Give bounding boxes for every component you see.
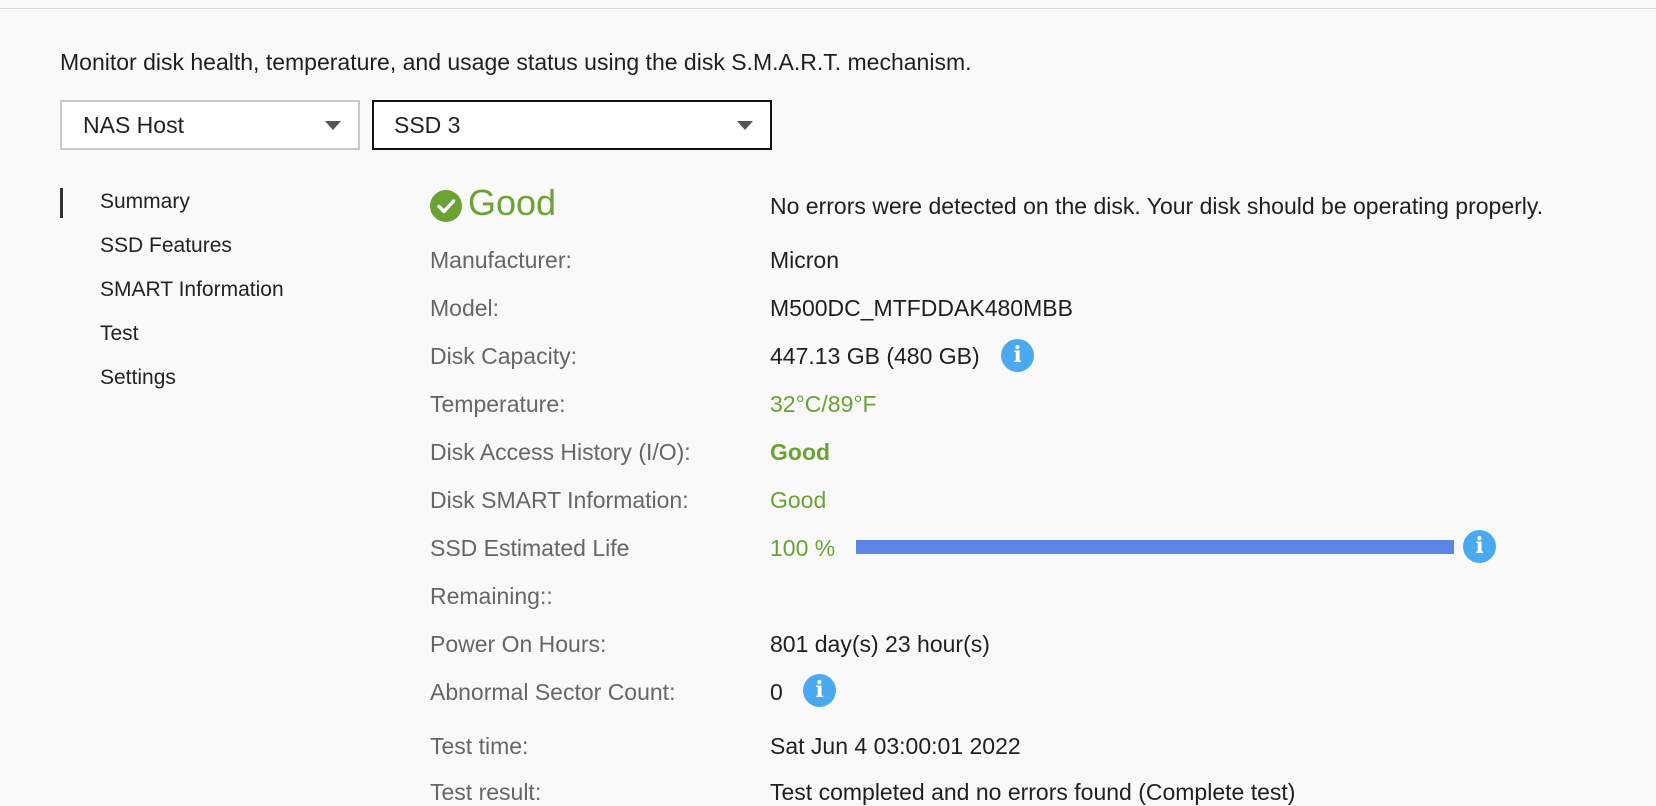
temperature-value: 32°C/89°F: [770, 391, 877, 417]
host-select[interactable]: NAS Host: [60, 100, 360, 150]
life-remaining-label-line1: SSD Estimated Life: [430, 535, 630, 561]
test-result-label: Test result:: [430, 779, 542, 805]
capacity-label: Disk Capacity:: [430, 343, 577, 369]
capacity-value: 447.13 GB (480 GB): [770, 343, 980, 369]
chevron-down-icon: [325, 121, 341, 130]
disk-select[interactable]: SSD 3: [372, 100, 772, 150]
life-remaining-bar-fill: [856, 540, 1454, 554]
status-message: No errors were detected on the disk. You…: [770, 193, 1544, 219]
test-time-label: Test time:: [430, 733, 529, 759]
disk-select-value: SSD 3: [394, 111, 461, 138]
health-status: Good: [430, 182, 556, 224]
abnormal-sectors-info-icon[interactable]: i: [803, 674, 836, 707]
access-history-value[interactable]: Good: [770, 439, 830, 466]
chevron-down-icon: [737, 121, 753, 130]
life-remaining-value: 100 %: [770, 535, 836, 561]
life-remaining-info-icon[interactable]: i: [1463, 530, 1496, 563]
nav-item-test[interactable]: Test: [60, 318, 360, 350]
page-description: Monitor disk health, temperature, and us…: [60, 49, 972, 75]
manufacturer-label: Manufacturer:: [430, 247, 572, 273]
test-result-value: Test completed and no errors found (Comp…: [770, 779, 1296, 805]
model-label: Model:: [430, 295, 500, 321]
nav-item-settings[interactable]: Settings: [60, 362, 360, 394]
check-circle-icon: [430, 190, 462, 222]
smart-info-value[interactable]: Good: [770, 487, 826, 514]
power-on-hours-label: Power On Hours:: [430, 631, 607, 657]
access-history-label: Disk Access History (I/O):: [430, 439, 691, 465]
abnormal-sectors-label: Abnormal Sector Count:: [430, 679, 676, 705]
nav-item-smart-information[interactable]: SMART Information: [60, 274, 360, 306]
life-remaining-bar: [856, 540, 1454, 554]
status-label: Good: [468, 182, 557, 223]
host-select-value: NAS Host: [83, 111, 184, 138]
abnormal-sectors-value: 0: [770, 679, 783, 705]
capacity-info-icon[interactable]: i: [1001, 339, 1034, 372]
nav-item-ssd-features[interactable]: SSD Features: [60, 230, 360, 262]
model-value: M500DC_MTFDDAK480MBB: [770, 295, 1073, 321]
nav-item-summary[interactable]: Summary: [60, 186, 360, 218]
top-divider: [0, 8, 1656, 9]
manufacturer-value: Micron: [770, 247, 840, 273]
smart-info-label: Disk SMART Information:: [430, 487, 689, 513]
life-remaining-label-line2: Remaining::: [430, 583, 553, 609]
power-on-hours-value: 801 day(s) 23 hour(s): [770, 631, 990, 657]
test-time-value: Sat Jun 4 03:00:01 2022: [770, 733, 1021, 759]
temperature-label: Temperature:: [430, 391, 566, 417]
